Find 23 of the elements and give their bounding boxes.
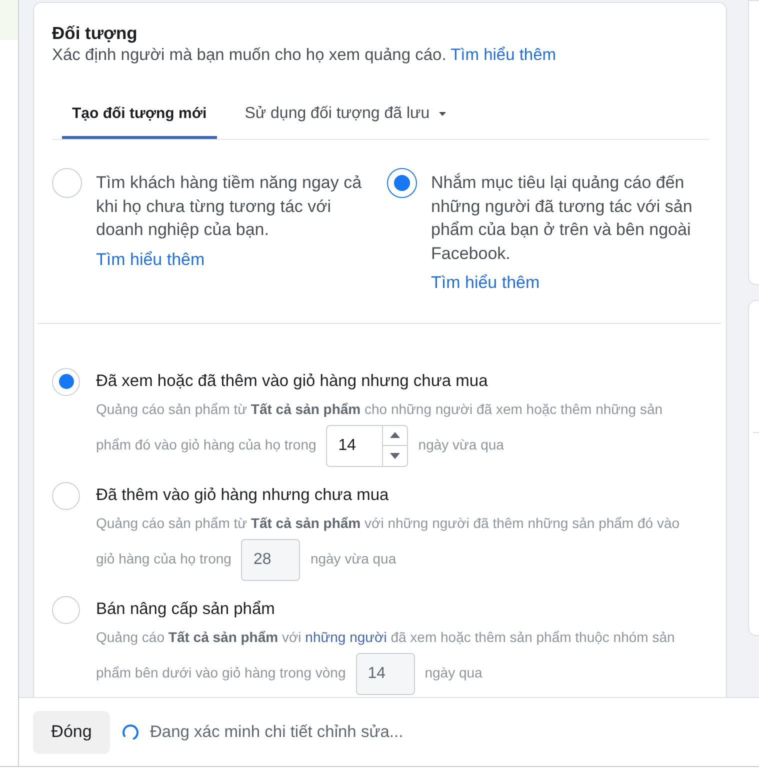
days-field[interactable]: 14 <box>326 424 382 466</box>
option-description: Quảng cáo sản phẩm từ Tất cả sản phẩm cho những người đã xem hoặc thêm những sản phẩm đó vào giỏ hàng của họ trong 14 ngày vừa qua <box>96 398 694 472</box>
tab[interactable]: Sử dụng đối tượng đã lưu <box>234 88 456 139</box>
caret-up-icon <box>390 432 400 438</box>
caret-icon <box>438 112 446 116</box>
close-button[interactable]: Đóng <box>33 710 110 754</box>
card-description: Xác định người mà bạn muốn cho họ xem quảng cáo. Tìm hiểu thêm <box>52 45 558 66</box>
option-title: Đã thêm vào giỏ hàng nhưng chưa mua <box>96 484 390 504</box>
option-title: Đã xem hoặc đã thêm vào giỏ hàng nhưng chưa mua <box>96 370 489 390</box>
card-title: Đối tượng <box>52 22 138 44</box>
radio-button[interactable] <box>387 168 417 198</box>
option-description: Quảng cáo sản phẩm từ Tất cả sản phẩm với những người đã thêm những sản phẩm đó vào giỏ hàng của họ trong 28 ngày vừa qua <box>96 512 694 586</box>
caret-down-icon <box>390 452 400 459</box>
learn-more-link[interactable]: Tìm hiểu thêm <box>431 271 540 294</box>
status-text: Đang xác minh chi tiết chỉnh sửa... <box>150 722 404 742</box>
option-description: Quảng cáo Tất cả sản phẩm với những người đã xem hoặc thêm sản phẩm thuộc nhóm sản phẩm bên dưới vào giỏ hàng trong vòng 14 ngày qua <box>96 626 694 697</box>
learn-more-link[interactable]: Tìm hiểu thêm <box>450 46 556 64</box>
option-title: Bán nâng cấp sản phẩm <box>96 598 276 618</box>
tab[interactable]: Tạo đối tượng mới <box>62 88 217 139</box>
option-text: Nhắm mục tiêu lại quảng cáo đến những người đã tương tác với sản phẩm của bạn ở trên và bên ngoài Facebook. <box>431 172 694 264</box>
option-text: Tìm khách hàng tiềm năng ngay cả khi họ chưa từng tương tác với doanh nghiệp của bạn. <box>96 172 363 241</box>
decrement-button[interactable] <box>383 445 408 466</box>
learn-more-link[interactable]: Tìm hiểu thêm <box>96 248 205 271</box>
